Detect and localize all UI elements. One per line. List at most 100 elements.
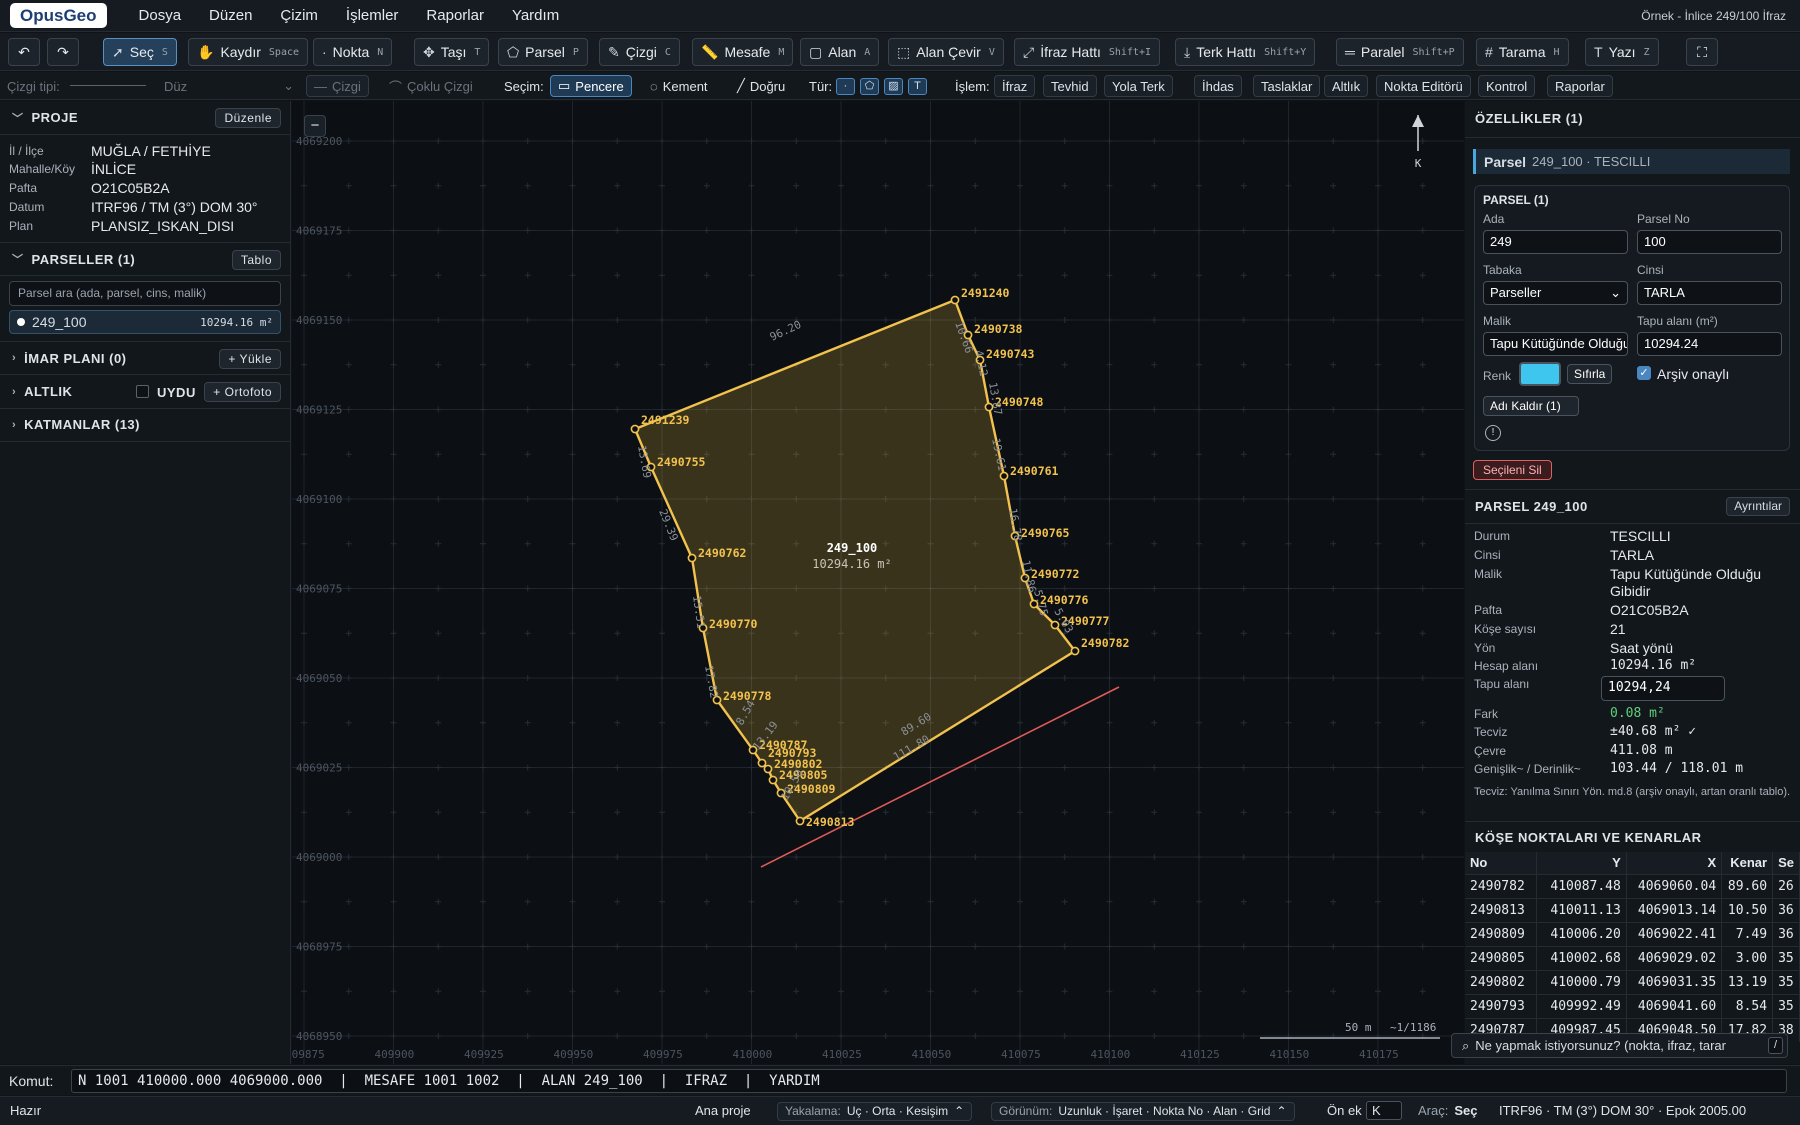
hatch-type-icon[interactable]: ▨: [884, 77, 903, 95]
deed-area-detail-input[interactable]: 10294,24: [1601, 676, 1725, 701]
redo-button[interactable]: ↷: [47, 38, 79, 66]
color-reset-button[interactable]: Sıfırla: [1567, 364, 1612, 384]
col-header-no[interactable]: No: [1465, 852, 1537, 874]
zoning-upload-button[interactable]: + Yükle: [219, 349, 281, 369]
ifraz-line-tool-button[interactable]: ⤢ İfraz Hattı Shift+I: [1014, 38, 1161, 66]
ask-input[interactable]: ⌕ Ne yapmak istiyorsunuz? (nokta, ifraz, …: [1451, 1033, 1788, 1058]
mode-line-button[interactable]: — Çizgi: [306, 75, 369, 97]
layers-section-header[interactable]: › KATMANLAR (13): [0, 408, 291, 442]
details-button[interactable]: Ayrıntılar: [1726, 497, 1790, 516]
y-tick-label: 4069150: [296, 314, 342, 327]
zoom-out-button[interactable]: −: [304, 115, 326, 137]
drafts-button[interactable]: Taslaklar: [1253, 75, 1321, 97]
point-type-icon[interactable]: ·: [836, 77, 855, 95]
layer-select[interactable]: Parseller ⌄: [1483, 281, 1628, 305]
col-header-direction[interactable]: Se: [1772, 852, 1800, 874]
fullscreen-button[interactable]: ⛶: [1686, 38, 1718, 66]
type-input[interactable]: TARLA: [1637, 281, 1782, 305]
orthophoto-button[interactable]: + Ortofoto: [204, 382, 281, 402]
table-cell: 410087.48: [1536, 873, 1627, 898]
point-tool-button[interactable]: · Nokta N: [313, 38, 393, 66]
deed-area-input[interactable]: 10294.24: [1637, 332, 1782, 356]
parsel-no-input[interactable]: 100: [1637, 230, 1782, 254]
area-select-tool-button[interactable]: ⬚ Alan Çevir V: [888, 38, 1004, 66]
undo-button[interactable]: ↶: [8, 38, 40, 66]
terk-line-tool-button[interactable]: ⤓ Terk Hattı Shift+Y: [1175, 38, 1316, 66]
op-ihdas-button[interactable]: İhdas: [1194, 75, 1242, 97]
table-row[interactable]: 2490782 410087.48 4069060.04 89.60 26: [1465, 873, 1800, 898]
table-row[interactable]: 2490813 410011.13 4069013.14 10.50 36: [1465, 897, 1800, 922]
scale-ratio: ~1/1186: [1390, 1021, 1436, 1034]
line-tool-button[interactable]: ✎ Çizgi C: [599, 38, 680, 66]
distance-tool-button[interactable]: 📏 Mesafe M: [692, 38, 794, 66]
col-header-edge[interactable]: Kenar: [1721, 852, 1774, 874]
selected-item[interactable]: Parsel 249_100 · TESCILLI: [1473, 149, 1790, 174]
menu-reports[interactable]: Raporlar: [426, 7, 484, 24]
hatch-tool-button[interactable]: # Tarama H: [1476, 38, 1569, 66]
table-row[interactable]: 2490805 410002.68 4069029.02 3.00 35: [1465, 945, 1800, 970]
archive-checkbox[interactable]: ✓: [1637, 366, 1651, 380]
command-input[interactable]: N 1001 410000.000 4069000.000 | MESAFE 1…: [71, 1069, 1787, 1093]
sel-line-button[interactable]: ╱ Doğru: [737, 75, 785, 97]
map-canvas[interactable]: 4069200 4069175 4069150 4069125 4069100 40690…: [292, 101, 1464, 1064]
menu-edit[interactable]: Düzen: [209, 7, 252, 24]
base-section-header[interactable]: › ALTLIK UYDU + Ortofoto: [0, 375, 291, 409]
project-edit-button[interactable]: Düzenle: [215, 108, 281, 128]
sel-lasso-button[interactable]: ◌ Kement: [650, 75, 708, 97]
point-editor-button[interactable]: Nokta Editörü: [1376, 75, 1471, 97]
info-icon[interactable]: !: [1485, 425, 1501, 441]
col-header-x[interactable]: X: [1626, 852, 1723, 874]
sel-window-button[interactable]: ▭ Pencere: [550, 75, 632, 97]
parcel-list-item[interactable]: 249_100 10294.16 m²: [9, 310, 281, 334]
op-yola-terk-button[interactable]: Yola Terk: [1104, 75, 1173, 97]
prefix-input[interactable]: K: [1366, 1101, 1402, 1120]
area-tool-button[interactable]: ▢ Alan A: [800, 38, 880, 66]
delete-selected-button[interactable]: Seçileni Sil: [1473, 460, 1552, 480]
op-ifraz-button[interactable]: İfraz: [994, 75, 1036, 97]
grid-tick: [1151, 719, 1158, 726]
parcel-tool-button[interactable]: ⬠ Parsel P: [498, 38, 588, 66]
menu-help[interactable]: Yardım: [512, 7, 559, 24]
grid-tick: [703, 227, 710, 234]
hand-icon: ✋: [197, 43, 215, 60]
grid-tick: [614, 227, 621, 234]
col-header-y[interactable]: Y: [1536, 852, 1627, 874]
grid-tick: [1106, 540, 1113, 547]
text-tool-button[interactable]: T Yazı Z: [1585, 38, 1659, 66]
op-tevhid-button[interactable]: Tevhid: [1043, 75, 1097, 97]
menu-file[interactable]: Dosya: [139, 7, 182, 24]
parallel-tool-button[interactable]: ═ Paralel Shift+P: [1336, 38, 1464, 66]
project-section-header[interactable]: ﹀ PROJE Düzenle: [0, 101, 291, 135]
table-row[interactable]: 2490793 409992.49 4069041.60 8.54 35: [1465, 993, 1800, 1018]
grid-tick: [972, 227, 979, 234]
table-row[interactable]: 2490809 410006.20 4069022.41 7.49 36: [1465, 921, 1800, 946]
zoning-section-header[interactable]: › İMAR PLANI (0) + Yükle: [0, 341, 291, 375]
vertex-label: 2490762: [698, 546, 746, 560]
parcel-search-input[interactable]: Parsel ara (ada, parsel, cins, malik): [9, 281, 281, 306]
snap-toggle[interactable]: Yakalama: Uç · Orta · Kesişim ⌃: [777, 1102, 973, 1121]
select-tool-button[interactable]: ➚ Seç S: [103, 38, 177, 66]
polygon-type-icon[interactable]: ⬠: [860, 77, 879, 95]
reports-button[interactable]: Raporlar: [1547, 75, 1613, 97]
owner-input[interactable]: Tapu Kütüğünde Olduğu Gibidir: [1483, 332, 1628, 356]
move-tool-button[interactable]: ✥ Taşı T: [414, 38, 490, 66]
view-toggle[interactable]: Görünüm: Uzunluk · İşaret · Nokta No · Al…: [991, 1102, 1295, 1121]
satellite-checkbox[interactable]: [136, 385, 149, 398]
line-style-select[interactable]: Düz ⌄: [164, 75, 294, 97]
menu-draw[interactable]: Çizim: [280, 7, 318, 24]
grid-tick: [345, 451, 352, 458]
menu-operations[interactable]: İşlemler: [346, 7, 399, 24]
text-type-icon[interactable]: T: [908, 77, 927, 95]
parcels-table-button[interactable]: Tablo: [231, 250, 281, 270]
status-project[interactable]: Ana proje: [695, 1103, 751, 1118]
base-button[interactable]: Altlık: [1324, 75, 1369, 97]
parcels-section-header[interactable]: ﹀ PARSELLER (1) Tablo: [0, 242, 291, 276]
pan-tool-button[interactable]: ✋ Kaydır Space: [188, 38, 309, 66]
table-row[interactable]: 2490802 410000.79 4069031.35 13.19 35: [1465, 969, 1800, 994]
grid-tick: [345, 898, 352, 905]
remove-name-button[interactable]: Adı Kaldır (1): [1483, 396, 1579, 416]
check-button[interactable]: Kontrol: [1478, 75, 1536, 97]
color-swatch[interactable]: [1519, 362, 1561, 386]
ada-input[interactable]: 249: [1483, 230, 1628, 254]
mode-polyline-button[interactable]: ⌒ Çoklu Çizgi: [389, 75, 473, 97]
